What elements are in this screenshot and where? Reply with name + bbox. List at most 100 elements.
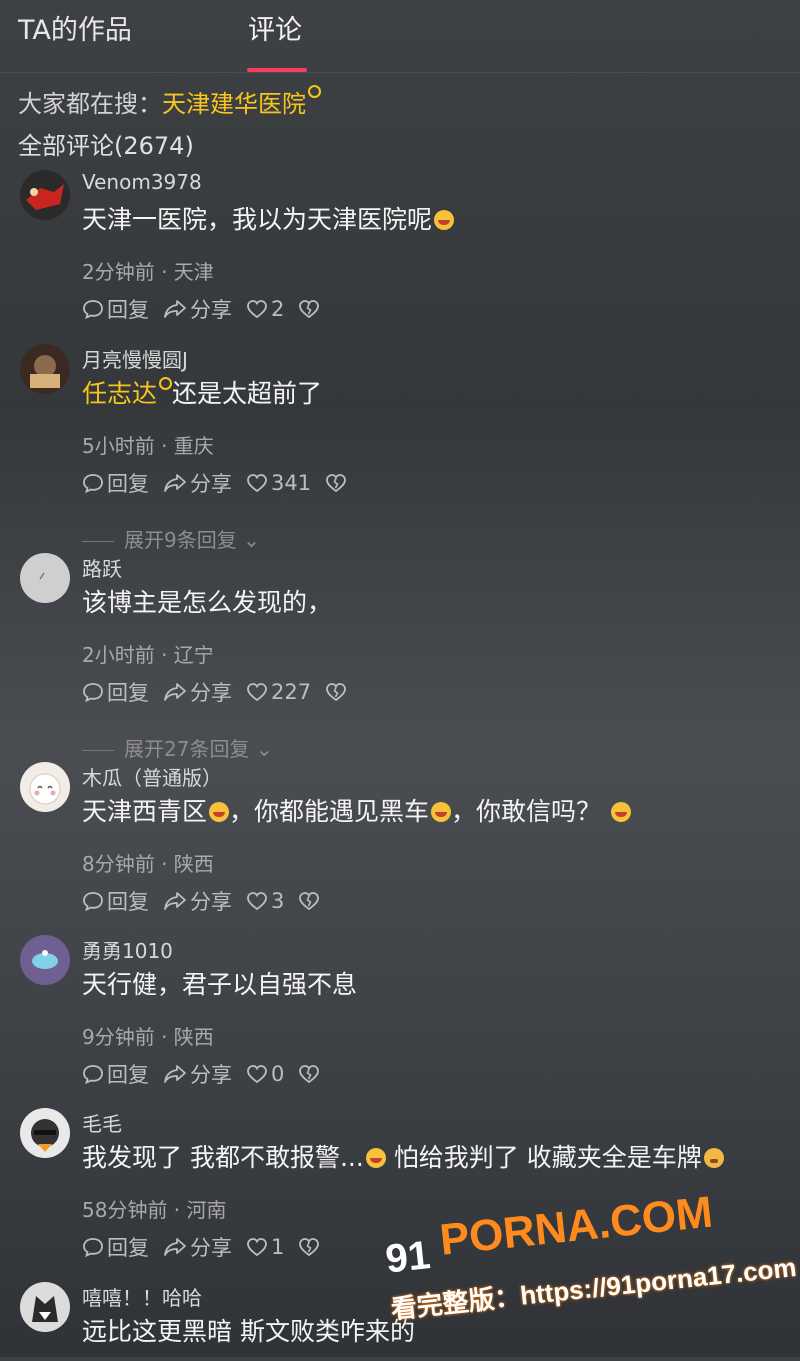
comment-icon xyxy=(83,1238,103,1258)
comment-actions: 回复 分享 227 xyxy=(82,677,364,707)
like-button[interactable]: 2 xyxy=(246,297,284,321)
comment-actions: 回复 分享 2 xyxy=(82,294,337,324)
username[interactable]: Venom3978 xyxy=(82,170,202,194)
hot-search-term[interactable]: 天津建华医院 xyxy=(162,90,306,118)
reply-button[interactable]: 回复 xyxy=(82,886,149,916)
broken-heart-icon xyxy=(299,300,320,319)
avatar[interactable] xyxy=(20,762,70,812)
username[interactable]: 嘻嘻！！哈哈 xyxy=(82,1282,202,1311)
avatar[interactable] xyxy=(20,344,70,394)
comment-text: 天行健，君子以自强不息 xyxy=(82,970,358,999)
tab-works[interactable]: TA的作品 xyxy=(18,8,132,47)
chevron-down-icon: ⌄ xyxy=(243,528,260,552)
dislike-button[interactable] xyxy=(298,1064,323,1084)
comment-actions: 回复 分享 3 xyxy=(82,886,337,916)
chevron-down-icon: ⌄ xyxy=(255,737,273,761)
tab-comments[interactable]: 评论 xyxy=(248,8,302,47)
like-button[interactable]: 0 xyxy=(246,1062,284,1086)
search-icon xyxy=(159,377,173,390)
share-icon xyxy=(164,683,186,701)
avatar[interactable] xyxy=(20,1108,70,1158)
avatar[interactable] xyxy=(20,170,70,220)
comment-text: 远比这更黑暗 斯文败类咋来的 xyxy=(82,1317,415,1346)
dislike-button[interactable] xyxy=(298,1237,323,1257)
username[interactable]: 月亮慢慢圆J xyxy=(82,344,188,373)
comment-icon xyxy=(83,1065,103,1085)
like-count: 0 xyxy=(271,1062,285,1086)
reply-button[interactable]: 回复 xyxy=(82,468,149,498)
comment-meta: 58分钟前 · 河南 xyxy=(82,1198,227,1222)
share-button[interactable]: 分享 xyxy=(163,294,232,324)
share-button[interactable]: 分享 xyxy=(163,677,232,707)
like-button[interactable]: 3 xyxy=(246,889,284,913)
sweat-emoji xyxy=(703,1148,724,1168)
username[interactable]: 木瓜（普通版） xyxy=(82,762,222,791)
like-count: 1 xyxy=(271,1235,285,1259)
comment-icon xyxy=(83,683,103,703)
comment-text: 天津一医院，我以为天津医院呢 xyxy=(82,200,455,236)
username[interactable]: 毛毛 xyxy=(82,1108,122,1137)
heart-icon xyxy=(247,683,267,702)
comment-meta: 2小时前 · 辽宁 xyxy=(82,643,214,667)
like-button[interactable]: 1 xyxy=(246,1235,284,1259)
share-button[interactable]: 分享 xyxy=(163,1232,232,1262)
comment-actions: 回复 分享 0 xyxy=(82,1059,337,1089)
comment-meta: 2分钟前 · 天津 xyxy=(82,260,214,284)
heart-icon xyxy=(247,474,267,493)
like-button[interactable]: 227 xyxy=(246,680,311,704)
comment-actions: 回复 分享 1 xyxy=(82,1232,337,1262)
dislike-button[interactable] xyxy=(298,891,323,911)
comment-text: 我发现了 我都不敢报警... 怕给我判了 收藏夹全是车牌 xyxy=(82,1138,724,1174)
share-icon xyxy=(164,1065,186,1083)
comment-text: 任志达 还是太超前了 xyxy=(82,377,323,408)
broken-heart-icon xyxy=(326,474,346,493)
search-icon xyxy=(308,85,321,98)
dislike-button[interactable] xyxy=(325,473,350,493)
heart-icon xyxy=(247,1238,267,1257)
avatar[interactable] xyxy=(20,1282,70,1332)
avatar[interactable] xyxy=(20,553,70,603)
heart-icon xyxy=(247,300,267,319)
reply-button[interactable]: 回复 xyxy=(82,294,149,324)
avatar[interactable] xyxy=(20,935,70,985)
username[interactable]: 路跃 xyxy=(82,553,122,582)
comment-meta: 5小时前 · 重庆 xyxy=(82,434,214,458)
expand-replies-button[interactable]: 展开27条回复 ⌄ xyxy=(82,733,273,762)
broken-heart-icon xyxy=(299,892,320,911)
comment-text: 天津西青区 ，你都能遇见黑车 ，你敢信吗？ xyxy=(82,792,631,828)
expand-replies-button[interactable]: 展开9条回复 ⌄ xyxy=(82,524,260,553)
share-button[interactable]: 分享 xyxy=(163,1059,232,1089)
comment-icon xyxy=(83,300,103,320)
laugh-cry-emoji xyxy=(431,802,452,822)
comment-actions: 回复 分享 341 xyxy=(82,468,364,498)
dislike-button[interactable] xyxy=(298,299,323,319)
share-button[interactable]: 分享 xyxy=(163,468,232,498)
watermark-brand: PORNA.COM xyxy=(437,1187,715,1265)
comment-meta: 8分钟前 · 陕西 xyxy=(82,852,214,876)
heart-icon xyxy=(247,892,267,911)
comment-meta: 9分钟前 · 陕西 xyxy=(82,1025,214,1049)
share-icon xyxy=(164,300,186,318)
broken-heart-icon xyxy=(299,1238,320,1257)
reply-button[interactable]: 回复 xyxy=(82,677,149,707)
watermark-overlay: 91 PORNA.COM 看完整版：https://91porna17.com xyxy=(382,1179,800,1361)
share-button[interactable]: 分享 xyxy=(163,886,232,916)
keyword-link[interactable]: 任志达 xyxy=(82,379,157,408)
username[interactable]: 勇勇1010 xyxy=(82,935,173,964)
reply-button[interactable]: 回复 xyxy=(82,1059,149,1089)
like-button[interactable]: 341 xyxy=(246,471,311,495)
comment-text: 该博主是怎么发现的， xyxy=(82,588,333,617)
watermark-prefix: 91 xyxy=(383,1233,433,1282)
comment-icon xyxy=(83,892,103,912)
broken-heart-icon xyxy=(326,683,346,702)
like-count: 341 xyxy=(271,471,312,495)
laugh-cry-emoji xyxy=(611,802,631,822)
share-icon xyxy=(164,1238,186,1256)
share-icon xyxy=(164,474,186,492)
share-icon xyxy=(164,892,186,910)
like-count: 2 xyxy=(271,297,285,321)
reply-button[interactable]: 回复 xyxy=(82,1232,149,1262)
active-tab-indicator xyxy=(247,68,307,72)
dislike-button[interactable] xyxy=(325,682,350,702)
laugh-cry-emoji xyxy=(365,1148,386,1168)
